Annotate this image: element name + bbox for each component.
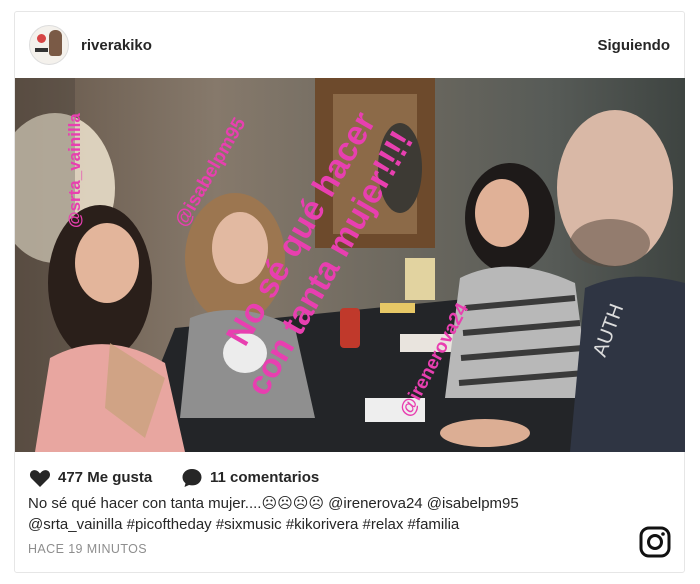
caption-line-2: @srta_vainilla #picoftheday #sixmusic #k… [28, 516, 460, 533]
likes-count[interactable]: 477 Me gusta [58, 469, 152, 486]
heart-icon[interactable] [28, 466, 52, 490]
instagram-icon[interactable] [639, 526, 671, 558]
following-button[interactable]: Siguiendo [598, 37, 671, 54]
post-timestamp[interactable]: HACE 19 MINUTOS [28, 542, 147, 556]
comments-count[interactable]: 11 comentarios [210, 469, 319, 486]
instagram-post-card: riverakiko Siguiendo AUTH @srta_vainilla… [14, 11, 685, 573]
overlay-tag-srta-vainilla: @srta_vainilla [65, 113, 84, 228]
user-avatar[interactable] [29, 25, 69, 65]
post-caption: No sé qué hacer con tanta mujer....☹☹☹☹ … [28, 493, 588, 535]
post-photo[interactable]: AUTH @srta_vainilla @isabelpm95 No sé qu… [15, 78, 685, 452]
comment-bubble-icon[interactable] [180, 466, 204, 490]
username[interactable]: riverakiko [81, 37, 152, 54]
post-actions: 477 Me gusta 11 comentarios [28, 466, 428, 490]
photo-illustration: AUTH @srta_vainilla @isabelpm95 No sé qu… [15, 78, 685, 452]
caption-line-1: No sé qué hacer con tanta mujer....☹☹☹☹ … [28, 495, 519, 512]
post-header: riverakiko Siguiendo [15, 12, 684, 78]
